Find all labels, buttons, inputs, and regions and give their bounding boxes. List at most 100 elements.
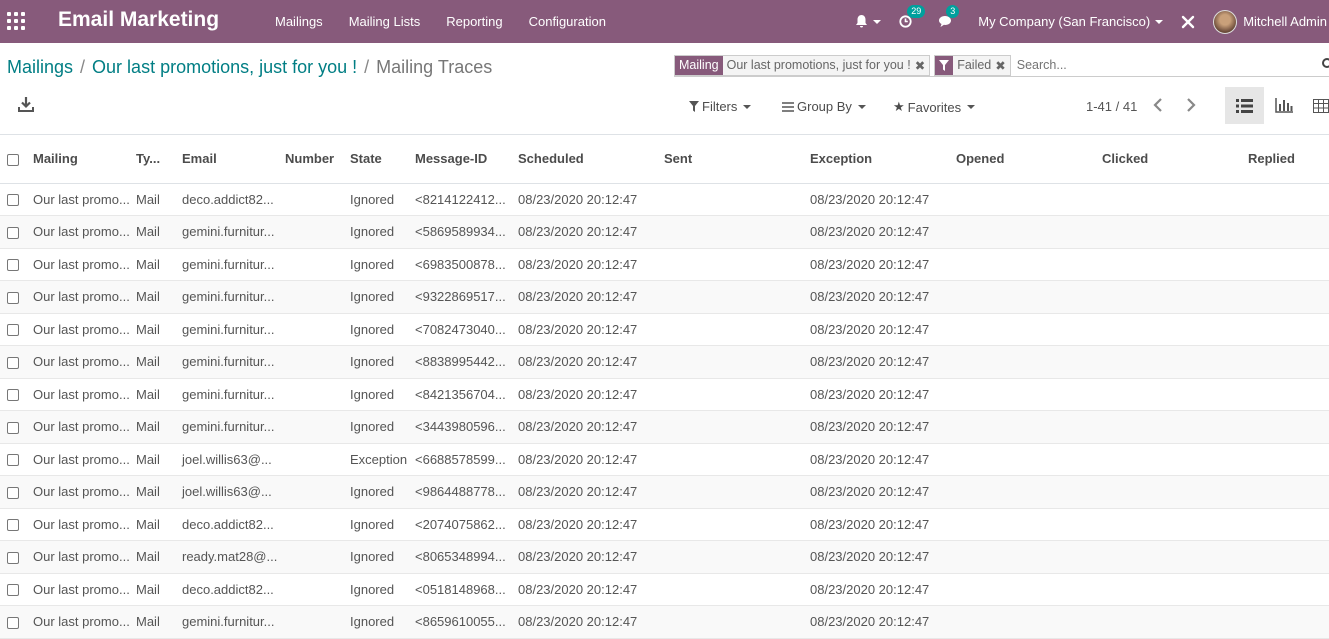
top-navbar: Email Marketing Mailings Mailing Lists R… <box>0 0 1329 43</box>
cell-opened <box>953 508 1099 541</box>
user-menu[interactable]: Mitchell Admin <box>1213 9 1327 34</box>
breadcrumb: Mailings / Our last promotions, just for… <box>7 57 492 78</box>
menu-item-configuration[interactable]: Configuration <box>529 14 606 29</box>
group-by-dropdown[interactable]: Group By <box>782 99 866 114</box>
previous-page-button[interactable] <box>1152 97 1164 116</box>
cell-type: Mail <box>133 313 179 346</box>
table-row[interactable]: Our last promo... Mail gemini.furnitur... I… <box>0 605 1329 639</box>
table-row[interactable]: Our last promo... Mail gemini.furnitur... I… <box>0 410 1329 444</box>
column-header-mailing[interactable]: Mailing <box>30 135 133 184</box>
row-checkbox[interactable] <box>0 475 30 509</box>
debug-tools[interactable] <box>1181 15 1195 29</box>
row-checkbox[interactable] <box>0 508 30 541</box>
table-row[interactable]: Our last promo... Mail ready.mat28@... Igno… <box>0 540 1329 574</box>
cell-opened <box>953 280 1099 314</box>
column-header-exception[interactable]: Exception <box>807 135 953 184</box>
row-checkbox[interactable] <box>0 183 30 216</box>
table-row[interactable]: Our last promo... Mail gemini.furnitur... I… <box>0 313 1329 346</box>
column-header-number[interactable]: Number <box>282 135 347 184</box>
table-row[interactable]: Our last promo... Mail gemini.furnitur... I… <box>0 345 1329 379</box>
column-header-message-id[interactable]: Message-ID <box>412 135 515 184</box>
menu-item-reporting[interactable]: Reporting <box>446 14 502 29</box>
row-checkbox[interactable] <box>0 443 30 476</box>
row-checkbox[interactable] <box>0 378 30 411</box>
row-checkbox[interactable] <box>0 345 30 379</box>
table-row[interactable]: Our last promo... Mail gemini.furnitur... I… <box>0 378 1329 411</box>
cell-replied <box>1245 248 1329 281</box>
cell-state: Ignored <box>347 573 412 606</box>
table-row[interactable]: Our last promo... Mail joel.willis63@... Ig… <box>0 475 1329 509</box>
column-header-sent[interactable]: Sent <box>661 135 807 184</box>
cell-exception: 08/23/2020 20:12:47 <box>807 248 953 281</box>
breadcrumb-mailings[interactable]: Mailings <box>7 57 73 78</box>
column-header-state[interactable]: State <box>347 135 412 184</box>
favorites-dropdown[interactable]: ★ Favorites <box>893 99 976 115</box>
close-icon[interactable]: ✖ <box>995 55 1010 75</box>
cell-state: Ignored <box>347 508 412 541</box>
cell-sent <box>661 378 807 411</box>
cell-replied <box>1245 378 1329 411</box>
cell-clicked <box>1099 410 1245 444</box>
cell-type: Mail <box>133 248 179 281</box>
menu-item-mailing-lists[interactable]: Mailing Lists <box>349 14 421 29</box>
cell-replied <box>1245 540 1329 574</box>
column-header-replied[interactable]: Replied <box>1245 135 1329 184</box>
cell-number <box>282 443 347 476</box>
breadcrumb-mailing[interactable]: Our last promotions, just for you ! <box>92 57 357 78</box>
column-header-scheduled[interactable]: Scheduled <box>515 135 661 184</box>
next-page-button[interactable] <box>1185 97 1197 116</box>
cell-state: Ignored <box>347 475 412 509</box>
pivot-view-button[interactable] <box>1303 87 1329 124</box>
app-title[interactable]: Email Marketing <box>58 8 219 32</box>
column-header-type[interactable]: Ty... <box>133 135 179 184</box>
table-row[interactable]: Our last promo... Mail deco.addict82... Ign… <box>0 183 1329 216</box>
row-checkbox[interactable] <box>0 248 30 281</box>
page-title: Mailing Traces <box>376 57 493 77</box>
row-checkbox[interactable] <box>0 280 30 314</box>
pager-value[interactable]: 1-41 / 41 <box>1086 99 1137 114</box>
column-header-opened[interactable]: Opened <box>953 135 1099 184</box>
graph-view-button[interactable] <box>1264 87 1303 124</box>
cell-email: gemini.furnitur... <box>179 378 282 411</box>
cell-clicked <box>1099 605 1245 639</box>
cell-email: joel.willis63@... <box>179 475 282 509</box>
notification-bell[interactable] <box>855 14 882 29</box>
cell-exception: 08/23/2020 20:12:47 <box>807 183 953 216</box>
search-icon[interactable] <box>1322 58 1329 68</box>
table-row[interactable]: Our last promo... Mail gemini.furnitur... I… <box>0 248 1329 281</box>
row-checkbox[interactable] <box>0 573 30 606</box>
cell-mailing: Our last promo... <box>30 313 133 346</box>
table-row[interactable]: Our last promo... Mail deco.addict82... Ign… <box>0 573 1329 606</box>
column-header-clicked[interactable]: Clicked <box>1099 135 1245 184</box>
apps-menu-icon[interactable] <box>7 12 25 30</box>
cell-state: Ignored <box>347 345 412 379</box>
row-checkbox[interactable] <box>0 605 30 639</box>
messaging-menu[interactable]: 3 <box>938 5 960 28</box>
row-checkbox[interactable] <box>0 410 30 444</box>
row-checkbox[interactable] <box>0 540 30 574</box>
table-row[interactable]: Our last promo... Mail gemini.furnitur... I… <box>0 215 1329 249</box>
select-all-checkbox[interactable] <box>0 135 30 184</box>
list-view-button[interactable] <box>1225 87 1264 124</box>
table-row[interactable]: Our last promo... Mail deco.addict82... Ign… <box>0 508 1329 541</box>
cell-email: gemini.furnitur... <box>179 248 282 281</box>
cell-number <box>282 183 347 216</box>
chevron-down-icon <box>1155 19 1164 24</box>
cell-number <box>282 280 347 314</box>
table-row[interactable]: Our last promo... Mail joel.willis63@... Ex… <box>0 443 1329 476</box>
menu-item-mailings[interactable]: Mailings <box>275 14 323 29</box>
cell-message-id: <8659610055... <box>412 605 515 639</box>
cell-email: joel.willis63@... <box>179 443 282 476</box>
cell-type: Mail <box>133 183 179 216</box>
column-header-email[interactable]: Email <box>179 135 282 184</box>
row-checkbox[interactable] <box>0 313 30 346</box>
close-icon[interactable]: ✖ <box>914 55 930 75</box>
activity-menu[interactable]: 29 <box>899 5 926 28</box>
company-switcher[interactable]: My Company (San Francisco) <box>978 14 1164 29</box>
filters-dropdown[interactable]: Filters <box>689 99 752 114</box>
row-checkbox[interactable] <box>0 215 30 249</box>
download-icon[interactable] <box>18 96 34 112</box>
table-row[interactable]: Our last promo... Mail gemini.furnitur... I… <box>0 280 1329 314</box>
search-input[interactable] <box>1014 58 1315 72</box>
cell-number <box>282 605 347 639</box>
